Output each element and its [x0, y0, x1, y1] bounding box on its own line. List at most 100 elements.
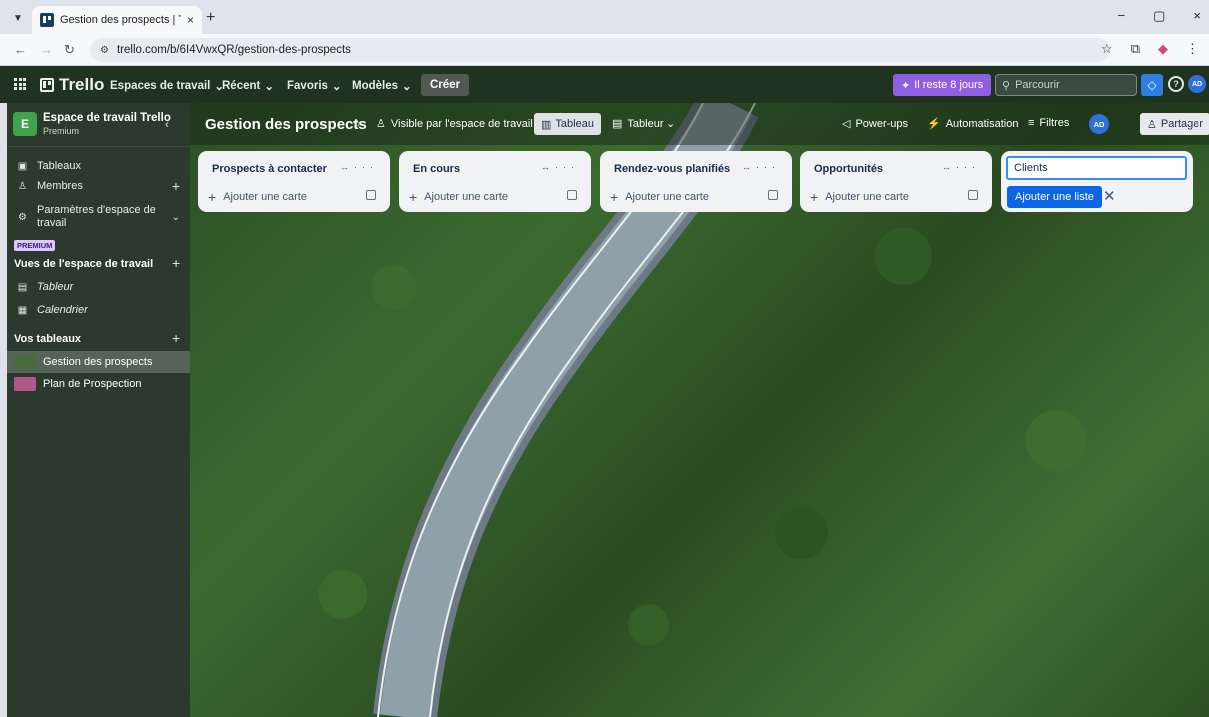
card-template-icon[interactable]: [366, 190, 376, 200]
workspace-name[interactable]: Espace de travail Trello: [43, 112, 171, 124]
sidebar-board-label: Gestion des prospects: [43, 356, 153, 368]
board-icon: ▣: [17, 160, 28, 172]
chevron-down-icon: ⌄: [331, 81, 342, 93]
tab-search-chevron-icon[interactable]: ▼: [8, 8, 28, 28]
card-template-icon[interactable]: [768, 190, 778, 200]
sidebar-board-gestion-des-prospects[interactable]: Gestion des prospects: [7, 351, 190, 373]
list-title[interactable]: Opportunités: [814, 163, 883, 175]
workspace-badge: E: [13, 112, 37, 136]
megaphone-icon: ◇: [1147, 78, 1157, 92]
add-list-form: Ajouter une liste ✕: [1001, 151, 1193, 212]
board-member-avatar[interactable]: AD: [1089, 114, 1109, 134]
sidebar-item-boards[interactable]: ▣ Tableaux: [7, 155, 190, 177]
sidebar-item-members[interactable]: ♙ Membres +: [7, 175, 190, 197]
board-thumbnail: [14, 377, 36, 391]
board-header: Gestion des prospects ☆ ♙ Visible par l'…: [190, 103, 1209, 145]
profile-icon[interactable]: ◆: [1158, 41, 1168, 57]
sidebar-item-settings[interactable]: ⚙ Paramètres d'espace de travail ⌄: [7, 203, 190, 231]
view-tab-board[interactable]: ▥ Tableau: [534, 113, 601, 135]
rocket-icon: ◁: [842, 118, 851, 130]
reload-icon[interactable]: ↻: [64, 42, 75, 58]
add-card-button[interactable]: + Ajouter une carte: [810, 189, 909, 205]
trello-logo-icon: [40, 78, 54, 92]
trial-button[interactable]: ✦ Il reste 8 jours: [893, 74, 992, 96]
menu-templates[interactable]: Modèles ⌄: [352, 79, 412, 93]
list-title[interactable]: Prospects à contacter: [212, 163, 327, 175]
list-menu-icon[interactable]: ···: [756, 162, 780, 172]
extensions-icon[interactable]: ⧉: [1131, 41, 1140, 57]
views-dropdown-chevron-icon[interactable]: ⌄: [666, 117, 675, 130]
share-person-icon: ♙: [1147, 118, 1157, 131]
list-name-input[interactable]: [1006, 156, 1187, 180]
account-avatar[interactable]: AD: [1188, 75, 1206, 93]
forward-arrow-icon[interactable]: →: [40, 42, 53, 57]
site-settings-icon[interactable]: ⚙: [100, 45, 109, 56]
table-icon: ▤: [17, 281, 28, 293]
menu-recent[interactable]: Récent ⌄: [222, 79, 274, 93]
add-board-icon[interactable]: +: [172, 330, 180, 346]
add-member-icon[interactable]: +: [172, 178, 180, 194]
add-list-button[interactable]: Ajouter une liste: [1007, 186, 1102, 208]
menu-favorites[interactable]: Favoris ⌄: [287, 79, 342, 93]
trello-logo-text: Trello: [59, 75, 105, 94]
app-switcher-icon[interactable]: [14, 78, 26, 90]
new-tab-button[interactable]: +: [206, 9, 215, 27]
bookmark-star-icon[interactable]: ☆: [1101, 41, 1113, 57]
collapse-sidebar-icon[interactable]: ‹: [165, 117, 169, 131]
minimize-button[interactable]: −: [1118, 8, 1126, 24]
card-template-icon[interactable]: [968, 190, 978, 200]
trial-label: Il reste 8 jours: [914, 79, 984, 91]
sidebar-item-label: Tableaux: [37, 160, 82, 172]
close-window-button[interactable]: ×: [1193, 8, 1201, 24]
menu-workspaces[interactable]: Espaces de travail ⌄: [110, 79, 224, 93]
sidebar-item-calendar-view[interactable]: ▦ Calendrier: [7, 299, 190, 321]
premium-badge: PREMIUM: [14, 240, 56, 251]
tab-close-icon[interactable]: ×: [187, 13, 194, 27]
address-bar[interactable]: ⚙ trello.com/b/6I4VwxQR/gestion-des-pros…: [90, 38, 1110, 62]
notifications-button[interactable]: ◇: [1141, 74, 1163, 96]
board-menu-icon[interactable]: ···: [1186, 115, 1202, 130]
list-menu-icon[interactable]: ···: [956, 162, 980, 172]
sidebar-item-table-view[interactable]: ▤ Tableur: [7, 276, 190, 298]
view-tab-label: Tableau: [555, 118, 594, 130]
back-arrow-icon[interactable]: ←: [14, 42, 27, 57]
collapse-list-icon[interactable]: ↔: [340, 162, 354, 172]
filters-button[interactable]: ≡ Filtres: [1028, 117, 1069, 129]
search-input[interactable]: ⚲ Parcourir: [995, 74, 1137, 96]
visibility-button[interactable]: ♙ Visible par l'espace de travail: [376, 117, 533, 131]
browser-menu-icon[interactable]: ⋮: [1186, 41, 1199, 57]
add-card-button[interactable]: + Ajouter une carte: [208, 189, 307, 205]
search-placeholder: Parcourir: [1015, 79, 1060, 91]
gear-icon: ⚙: [18, 211, 27, 223]
tab-title: Gestion des prospects | Trello: [60, 14, 181, 26]
collapse-list-icon[interactable]: ↔: [742, 162, 756, 172]
view-tab-table[interactable]: ▤ Tableur: [612, 117, 663, 131]
list-menu-icon[interactable]: ···: [354, 162, 378, 172]
sparkle-icon: ✦: [901, 79, 911, 92]
trello-logo[interactable]: Trello: [40, 75, 104, 95]
list-menu-icon[interactable]: ···: [555, 162, 579, 172]
help-button[interactable]: ?: [1168, 76, 1184, 92]
members-icon: ♙: [376, 118, 386, 130]
automation-label: Automatisation: [945, 117, 1019, 130]
create-button[interactable]: Créer: [421, 74, 470, 96]
board-view-icon: ▥: [541, 118, 552, 131]
browser-toolbar: ← → ↻ ⚙ trello.com/b/6I4VwxQR/gestion-de…: [0, 34, 1209, 66]
add-card-button[interactable]: + Ajouter une carte: [409, 189, 508, 205]
list-title[interactable]: En cours: [413, 163, 460, 175]
cancel-add-list-icon[interactable]: ✕: [1103, 187, 1116, 205]
collapse-list-icon[interactable]: ↔: [942, 162, 956, 172]
board-title[interactable]: Gestion des prospects: [205, 116, 367, 133]
list-prospects-a-contacter: Prospects à contacter ↔··· + Ajouter une …: [198, 151, 390, 212]
add-view-icon[interactable]: +: [172, 255, 180, 271]
maximize-button[interactable]: ▢: [1153, 8, 1165, 24]
automation-button[interactable]: ⚡ Automatisation: [927, 117, 1019, 131]
star-board-icon[interactable]: ☆: [352, 117, 362, 130]
browser-tab[interactable]: Gestion des prospects | Trello ×: [32, 6, 202, 34]
list-title[interactable]: Rendez-vous planifiés: [614, 163, 730, 175]
powerups-button[interactable]: ◁ Power-ups: [842, 117, 908, 131]
sidebar-board-plan-de-prospection[interactable]: Plan de Prospection: [7, 373, 190, 395]
collapse-list-icon[interactable]: ↔: [541, 162, 555, 172]
add-card-button[interactable]: + Ajouter une carte: [610, 189, 709, 205]
card-template-icon[interactable]: [567, 190, 577, 200]
